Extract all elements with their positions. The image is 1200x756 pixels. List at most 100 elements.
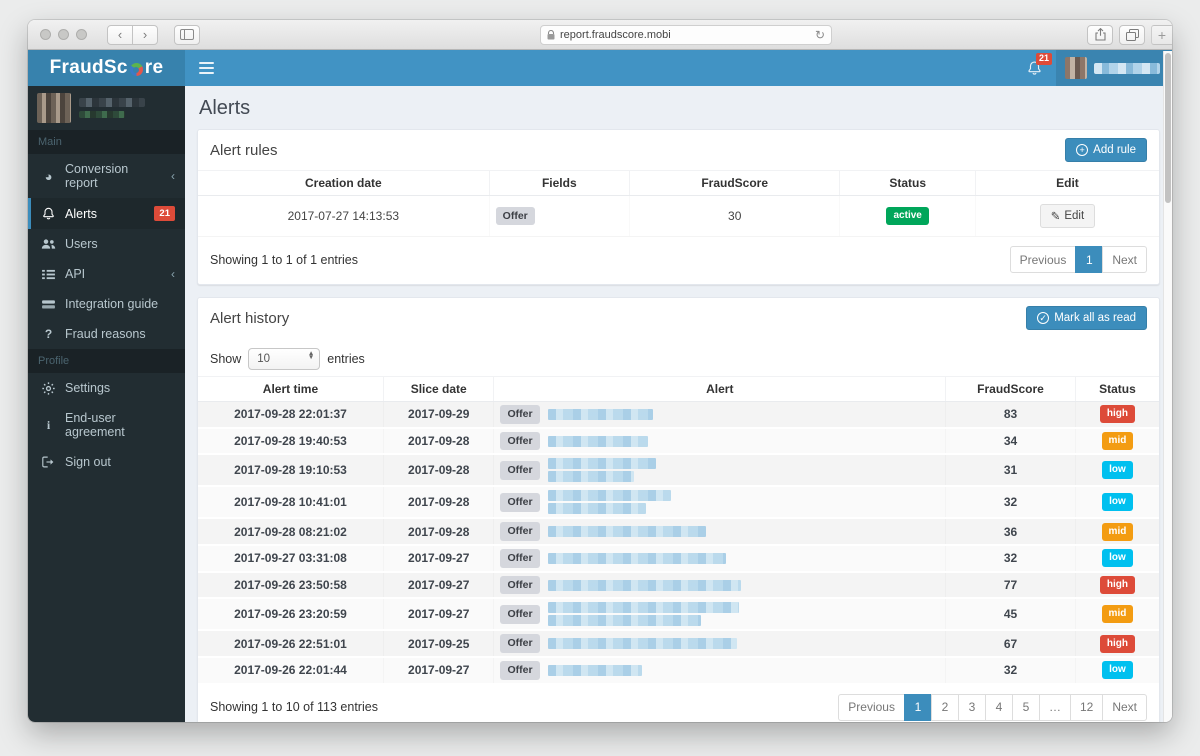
app-logo[interactable]: FraudSc re	[28, 50, 185, 86]
fraudscore-cell: 32	[946, 657, 1076, 684]
status-badge-low: low	[1102, 661, 1133, 680]
back-button[interactable]: ‹	[107, 24, 133, 45]
table-row: 2017-09-28 19:10:53 2017-09-28 Offer 31 low	[198, 454, 1159, 487]
sidebar-item-alerts[interactable]: Alerts 21	[28, 198, 185, 229]
pagination-next[interactable]: Next	[1102, 693, 1147, 721]
list-icon	[41, 269, 56, 280]
layers-icon	[41, 299, 56, 310]
status-badge-high: high	[1099, 634, 1135, 653]
reload-icon[interactable]: ↻	[815, 28, 825, 42]
forward-button[interactable]: ›	[132, 24, 158, 45]
sidebar-pane-icon	[180, 29, 194, 40]
tab-overview-button[interactable]	[1119, 24, 1145, 45]
page-title: Alerts	[199, 97, 251, 119]
add-rule-button[interactable]: + Add rule	[1065, 138, 1147, 162]
sidebar-collapse-button[interactable]	[185, 50, 227, 86]
table-row: 2017-09-28 22:01:37 2017-09-29 Offer 83 high	[198, 401, 1159, 428]
scrollbar-thumb[interactable]	[1165, 53, 1171, 203]
pagination-previous[interactable]: Previous	[838, 693, 905, 721]
status-cell: active	[839, 195, 976, 237]
fraudscore-cell: 36	[946, 518, 1076, 545]
minimize-window-button[interactable]	[58, 29, 69, 40]
slice-date-cell: 2017-09-25	[383, 630, 494, 657]
alert-cell: Offer	[494, 572, 946, 599]
mark-all-label: Mark all as read	[1054, 312, 1136, 324]
sidebar-section-label: Main	[28, 130, 185, 154]
close-window-button[interactable]	[40, 29, 51, 40]
pagination-12[interactable]: 12	[1069, 693, 1104, 721]
mark-all-as-read-button[interactable]: ✓ Mark all as read	[1026, 306, 1147, 330]
user-info-redacted	[79, 98, 145, 118]
sidebar-item-conversion-report[interactable]: ◕ Conversion report ‹	[28, 154, 185, 198]
status-cell: high	[1075, 402, 1159, 428]
pagination-next[interactable]: Next	[1102, 246, 1147, 273]
column-header-slice-date: Slice date	[383, 376, 495, 402]
table-row: 2017-09-28 19:40:53 2017-09-28 Offer 34 mid	[198, 427, 1159, 455]
alert-time-cell: 2017-09-26 23:50:58	[198, 572, 383, 599]
fields-cell: Offer	[489, 195, 630, 237]
pagination-1[interactable]: 1	[903, 693, 932, 721]
window-controls	[40, 29, 87, 40]
info-icon: i	[46, 417, 51, 432]
new-tab-button[interactable]: +	[1151, 24, 1172, 45]
fraudscore-cell: 67	[946, 630, 1076, 657]
table-row: 2017-09-26 22:01:44 2017-09-27 Offer 32 low	[198, 657, 1159, 684]
sidebar-item-sign-out[interactable]: Sign out	[28, 447, 185, 477]
logo-text-left: FraudSc	[49, 57, 128, 78]
sidebar-item-integration-guide[interactable]: Integration guide	[28, 289, 185, 319]
sidebar-item-api[interactable]: API ‹	[28, 259, 185, 289]
slice-date-cell: 2017-09-27	[383, 598, 494, 630]
zoom-window-button[interactable]	[76, 29, 87, 40]
edit-label: Edit	[1064, 210, 1085, 222]
sidebar-item-users[interactable]: Users	[28, 229, 185, 259]
slice-date-cell: 2017-09-28	[383, 428, 494, 455]
sidebar-toggle-button[interactable]	[174, 24, 200, 45]
pagination-4[interactable]: 4	[984, 693, 1013, 721]
column-header-status: Status	[1075, 376, 1159, 402]
slice-date-cell: 2017-09-28	[383, 454, 494, 486]
user-name-redacted	[1094, 62, 1160, 74]
app-navbar: FraudSc re 21	[28, 50, 1172, 86]
fraudscore-cell: 30	[629, 195, 840, 237]
user-menu[interactable]	[1056, 50, 1172, 86]
alert-history-table: Alert time Slice date Alert FraudScore Statu…	[198, 376, 1159, 685]
show-entries-value: 10	[257, 353, 271, 365]
pagination-3[interactable]: 3	[957, 693, 986, 721]
sidebar-item-fraud-reasons[interactable]: ? Fraud reasons	[28, 319, 185, 349]
fraudscore-cell: 32	[946, 486, 1076, 518]
alert-text-redacted	[547, 552, 726, 564]
entries-label: entries	[327, 352, 365, 366]
pagination-1[interactable]: 1	[1075, 246, 1104, 273]
pagination-2[interactable]: 2	[930, 693, 959, 721]
status-badge-low: low	[1102, 549, 1133, 568]
sidebar-item-settings[interactable]: Settings	[28, 373, 185, 403]
status-cell: mid	[1075, 428, 1159, 455]
status-badge-mid: mid	[1101, 432, 1134, 451]
sidebar-item-label: Settings	[65, 381, 111, 395]
sidebar-item-label: Users	[65, 237, 98, 251]
logo-o-icon	[129, 63, 143, 76]
alert-cell: Offer	[494, 428, 946, 455]
alert-cell: Offer	[494, 598, 946, 630]
user-avatar	[37, 93, 71, 123]
slice-date-cell: 2017-09-28	[383, 486, 494, 518]
edit-rule-button[interactable]: ✎ Edit	[1039, 204, 1096, 228]
alert-time-cell: 2017-09-26 22:51:01	[198, 630, 383, 657]
pagination-previous[interactable]: Previous	[1009, 246, 1077, 273]
address-bar[interactable]: report.fraudscore.mobi ↻	[540, 24, 833, 45]
scrollbar[interactable]	[1163, 51, 1172, 722]
slice-date-cell: 2017-09-29	[383, 402, 494, 428]
alert-text-redacted	[547, 458, 656, 483]
alert-time-cell: 2017-09-26 22:01:44	[198, 657, 383, 684]
offer-badge: Offer	[500, 522, 540, 542]
status-cell: high	[1075, 630, 1159, 657]
alert-text-redacted	[547, 579, 741, 591]
column-header-alert: Alert	[493, 376, 947, 402]
gear-icon	[41, 381, 56, 395]
sidebar-item-end-user-agreement[interactable]: i End-user agreement	[28, 403, 185, 447]
notifications-button[interactable]: 21	[1013, 50, 1056, 86]
share-button[interactable]	[1087, 24, 1113, 45]
pagination-5[interactable]: 5	[1011, 693, 1040, 721]
offer-badge: Offer	[500, 405, 540, 424]
show-entries-select[interactable]: 10 ▲ ▼	[248, 348, 321, 370]
